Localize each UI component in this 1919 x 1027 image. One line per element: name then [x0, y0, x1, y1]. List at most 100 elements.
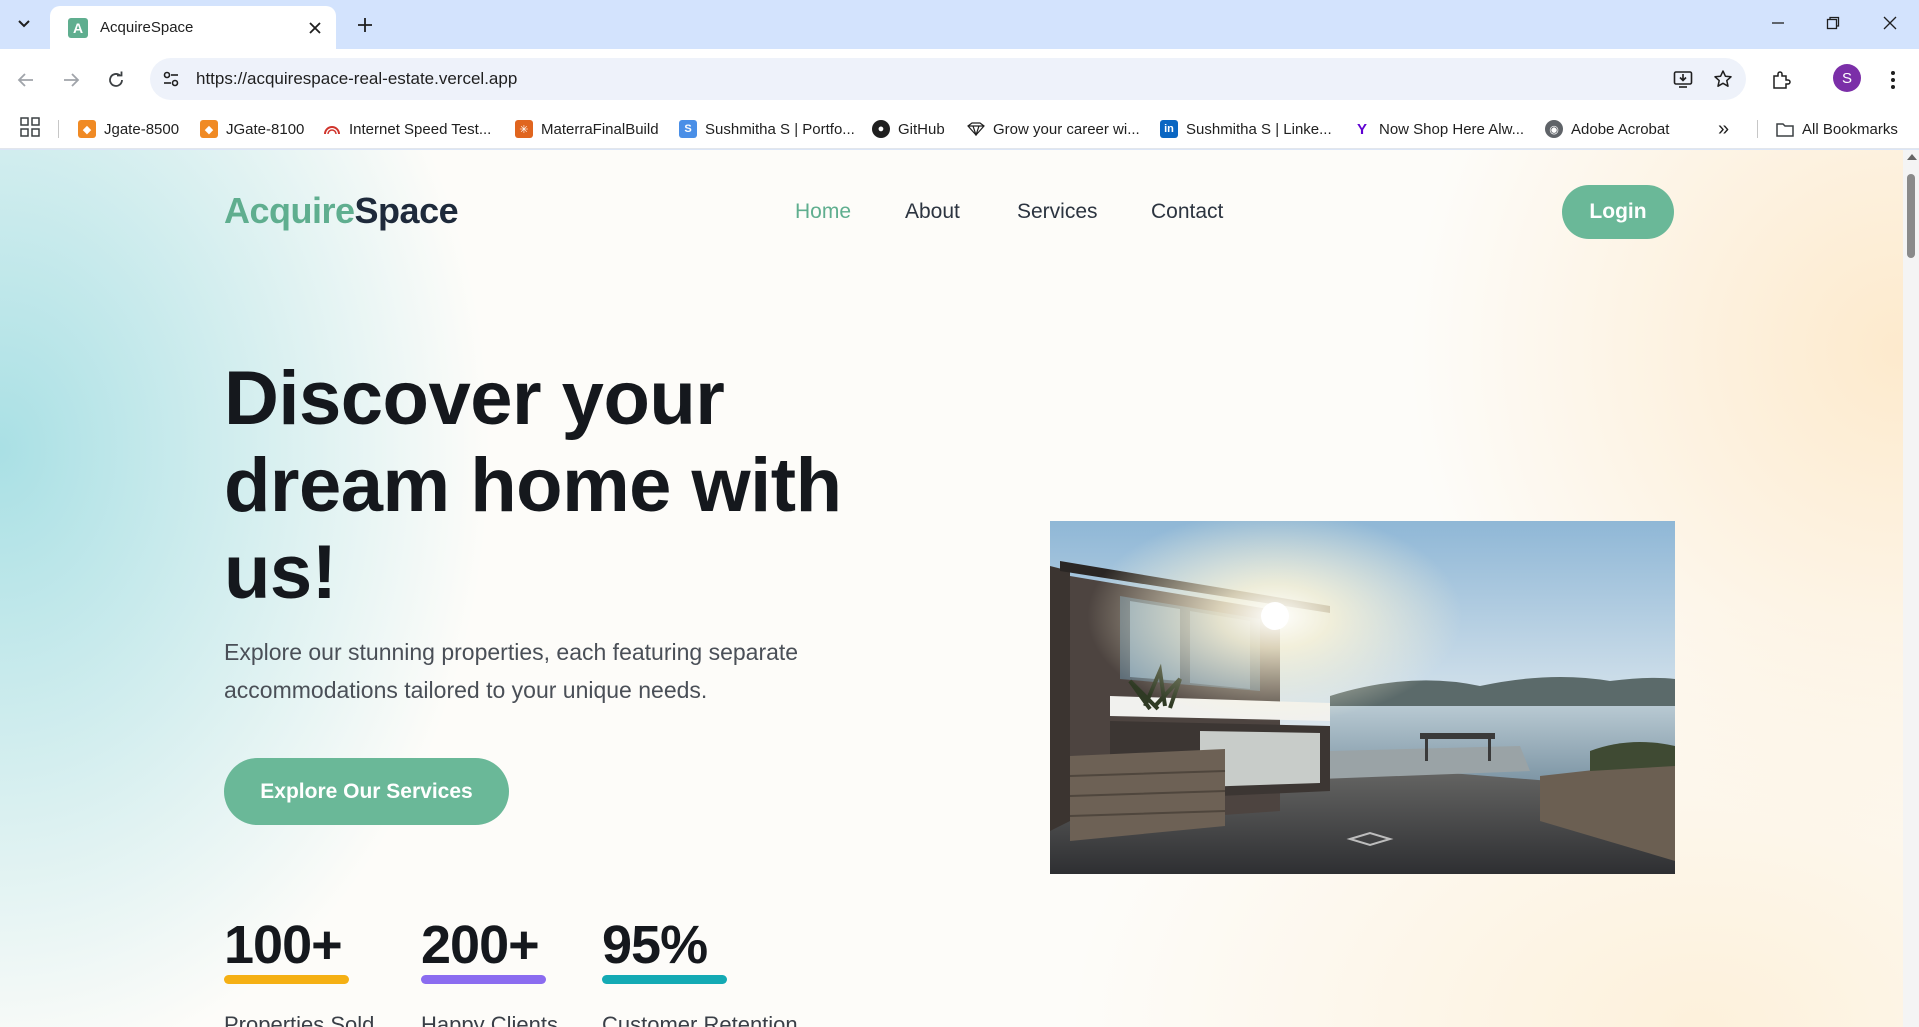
nav-about[interactable]: About [905, 200, 960, 224]
yahoo-icon: Y [1356, 120, 1367, 138]
stat-properties-sold: 100+ Properties Sold [224, 915, 374, 1027]
speed-gauge-icon [323, 120, 341, 138]
hero-title: Discover your dream home with us! [224, 356, 842, 615]
web-page: AcquireSpace Home About Services Contact… [0, 150, 1903, 1027]
new-tab-button[interactable] [350, 10, 380, 40]
stat-happy-clients: 200+ Happy Clients [421, 915, 558, 1027]
minimize-button[interactable] [1755, 4, 1801, 42]
bookmark-label: Adobe Acrobat [1571, 120, 1670, 138]
hero-subtitle: Explore our stunning properties, each fe… [224, 639, 799, 703]
bookmark-label: Now Shop Here Alw... [1379, 120, 1525, 138]
restore-button[interactable] [1810, 4, 1856, 42]
tab-close-button[interactable] [304, 17, 326, 39]
chevron-down-icon [18, 20, 30, 28]
login-button[interactable]: Login [1562, 185, 1674, 239]
reload-icon [109, 71, 123, 87]
scroll-up-arrow-icon[interactable] [1907, 154, 1917, 160]
nav-home[interactable]: Home [795, 200, 851, 224]
stat-value: 200+ [421, 915, 540, 975]
install-icon [1673, 71, 1693, 88]
arrow-right-icon [64, 73, 80, 87]
stat-label: Properties Sold [224, 1012, 375, 1027]
stat-underline [602, 975, 727, 984]
reload-button[interactable] [99, 63, 133, 97]
bookmarks-separator [58, 120, 59, 138]
close-icon [1883, 16, 1897, 30]
jgate-icon: ◆ [200, 120, 218, 138]
bookmarks-bar: ◆ Jgate-8500 ◆ JGate-8100 Internet Speed… [0, 109, 1919, 149]
minimize-icon [1772, 22, 1784, 24]
logo-part-acquire: Acquire [224, 190, 355, 231]
site-logo[interactable]: AcquireSpace [224, 190, 459, 232]
browser-menu-button[interactable] [1876, 63, 1910, 97]
globe-icon: ◉ [1545, 120, 1563, 138]
stat-value: 100+ [224, 915, 343, 975]
diamond-icon [967, 120, 985, 138]
jgate-icon: ◆ [78, 120, 96, 138]
install-app-button[interactable] [1666, 62, 1700, 96]
bookmarks-overflow-button[interactable]: » [1718, 115, 1729, 143]
stat-label: Customer Retention [602, 1012, 798, 1027]
tab-title: AcquireSpace [100, 19, 194, 36]
back-button[interactable] [9, 63, 43, 97]
url-text[interactable]: https://acquirespace-real-estate.vercel.… [196, 69, 1666, 89]
star-icon [1714, 70, 1732, 87]
forward-button[interactable] [54, 63, 88, 97]
site-favicon-icon: A [68, 17, 88, 38]
github-icon: ● [872, 120, 890, 138]
bookmark-github[interactable]: ● GitHub [872, 115, 945, 143]
stat-underline [421, 975, 546, 984]
profile-avatar[interactable]: S [1833, 64, 1861, 92]
nav-contact[interactable]: Contact [1151, 200, 1223, 224]
bookmark-jgate-8500[interactable]: ◆ Jgate-8500 [78, 115, 179, 143]
page-scrollbar[interactable] [1903, 150, 1919, 1027]
address-bar[interactable]: https://acquirespace-real-estate.vercel.… [150, 58, 1746, 100]
materra-icon: ✳ [515, 120, 533, 138]
apps-button[interactable] [20, 117, 44, 141]
bookmark-speed-test[interactable]: Internet Speed Test... [323, 115, 491, 143]
scroll-thumb[interactable] [1907, 174, 1915, 258]
bookmark-label: GitHub [898, 120, 945, 138]
bookmark-label: Sushmitha S | Portfo... [705, 120, 855, 138]
bookmark-star-button[interactable] [1706, 62, 1740, 96]
all-bookmarks-label: All Bookmarks [1802, 120, 1898, 138]
tab-strip: A AcquireSpace [0, 0, 1919, 49]
tab-search-button[interactable] [8, 8, 40, 40]
stat-customer-retention: 95% Customer Retention [602, 915, 798, 1027]
stat-value: 95% [602, 915, 708, 975]
bookmark-grow-career[interactable]: Grow your career wi... [967, 115, 1140, 143]
extensions-button[interactable] [1764, 63, 1798, 97]
bookmark-materra[interactable]: ✳ MaterraFinalBuild [515, 115, 659, 143]
bookmark-label: Jgate-8500 [104, 120, 180, 138]
more-vertical-icon [1891, 71, 1895, 89]
linkedin-icon: in [1160, 120, 1178, 138]
close-window-button[interactable] [1867, 4, 1913, 42]
bookmark-label: Grow your career wi... [993, 120, 1140, 138]
tune-icon [163, 71, 179, 87]
bookmark-label: Sushmitha S | Linke... [1186, 120, 1332, 138]
active-tab[interactable]: A AcquireSpace [50, 6, 336, 49]
arrow-left-icon [17, 73, 33, 87]
folder-icon [1776, 120, 1794, 138]
bookmarks-separator [1757, 120, 1758, 138]
puzzle-icon [1773, 71, 1791, 89]
bookmark-now-shop[interactable]: Y Now Shop Here Alw... [1353, 115, 1524, 143]
bookmark-label: MaterraFinalBuild [541, 120, 659, 138]
close-icon [309, 21, 321, 34]
nav-services[interactable]: Services [1017, 200, 1098, 224]
bookmark-linkedin[interactable]: in Sushmitha S | Linke... [1160, 115, 1332, 143]
plus-icon [358, 18, 372, 32]
stat-label: Happy Clients [421, 1012, 558, 1027]
bookmark-adobe-acrobat[interactable]: ◉ Adobe Acrobat [1545, 115, 1669, 143]
site-info-button[interactable] [154, 62, 188, 96]
stat-underline [224, 975, 349, 984]
logo-part-space: Space [354, 190, 459, 231]
bookmark-jgate-8100[interactable]: ◆ JGate-8100 [200, 115, 304, 143]
restore-icon [1826, 16, 1840, 30]
all-bookmarks-button[interactable]: All Bookmarks [1776, 115, 1898, 143]
bookmark-portfolio[interactable]: S Sushmitha S | Portfo... [679, 115, 855, 143]
explore-services-button[interactable]: Explore Our Services [224, 758, 509, 825]
portfolio-icon: S [679, 120, 697, 138]
bookmark-label: Internet Speed Test... [349, 120, 492, 138]
browser-toolbar: https://acquirespace-real-estate.vercel.… [0, 49, 1919, 109]
